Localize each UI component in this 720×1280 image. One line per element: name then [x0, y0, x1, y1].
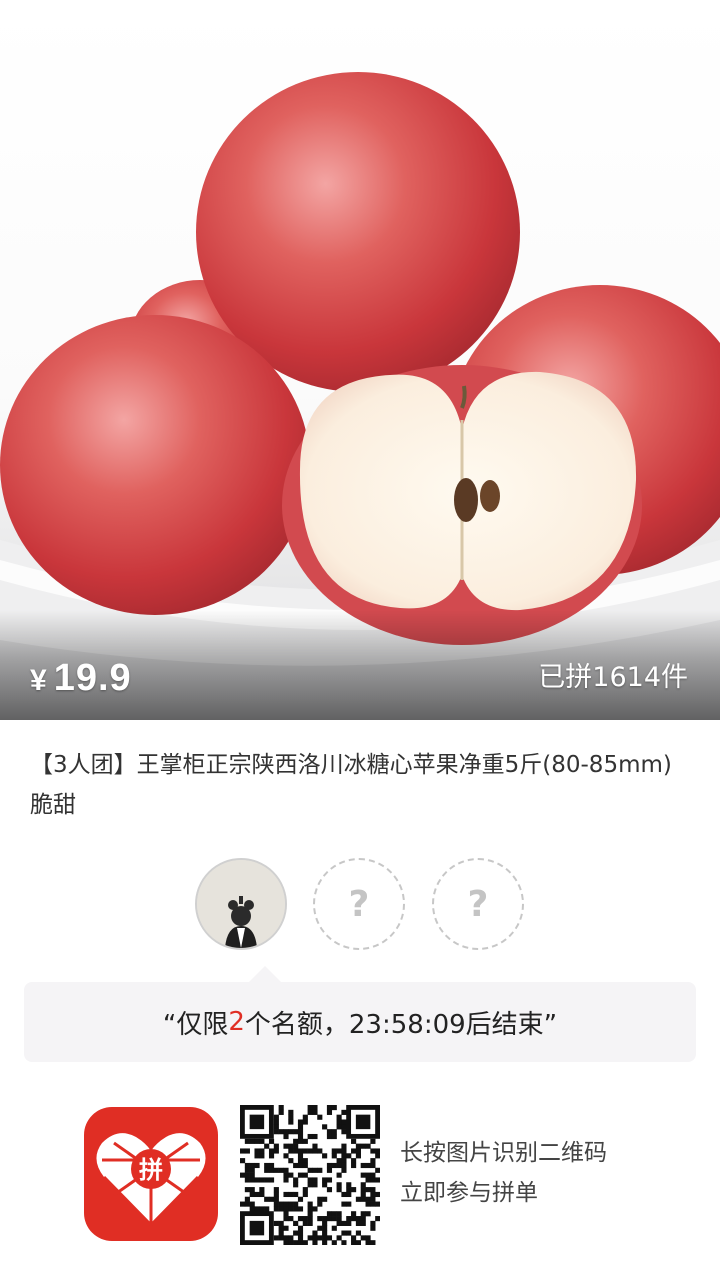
pinduoduo-logo-icon: 拼 — [84, 1107, 218, 1241]
group-notice: “仅限 2 个名额，23:58:09后结束” — [24, 966, 696, 1062]
logo-text: 拼 — [139, 1156, 163, 1184]
price-label: ¥19.9 — [30, 657, 132, 700]
product-title[interactable]: 【3人团】王掌柜正宗陕西洛川冰糖心苹果净重5斤(80-85mm)脆甜 — [30, 745, 690, 825]
empty-slot-2[interactable]: ? — [432, 858, 524, 950]
group-members: ? ? — [0, 858, 720, 953]
member-avatar[interactable] — [195, 858, 287, 950]
price-value: 19.9 — [53, 657, 132, 699]
qr-hint: 长按图片识别二维码 立即参与拼单 — [400, 1133, 607, 1213]
empty-slot-1[interactable]: ? — [313, 858, 405, 950]
qr-code-icon[interactable] — [240, 1105, 381, 1246]
hint-line-2: 立即参与拼单 — [400, 1180, 538, 1206]
sold-count: 已拼1614件 — [538, 662, 688, 693]
notice-suffix: 个名额，23:58:09后结束” — [244, 1009, 558, 1040]
logo-heart-icon: 拼 — [96, 1133, 206, 1227]
remaining-slots: 2 — [228, 1007, 245, 1037]
notice-prefix: “仅限 — [162, 1009, 229, 1040]
product-image[interactable]: ¥19.9 已拼1614件 — [0, 0, 720, 720]
currency-symbol: ¥ — [30, 664, 48, 697]
user-avatar-icon — [197, 860, 285, 948]
qr-code-graphic — [240, 1105, 381, 1246]
hint-line-1: 长按图片识别二维码 — [400, 1140, 607, 1166]
